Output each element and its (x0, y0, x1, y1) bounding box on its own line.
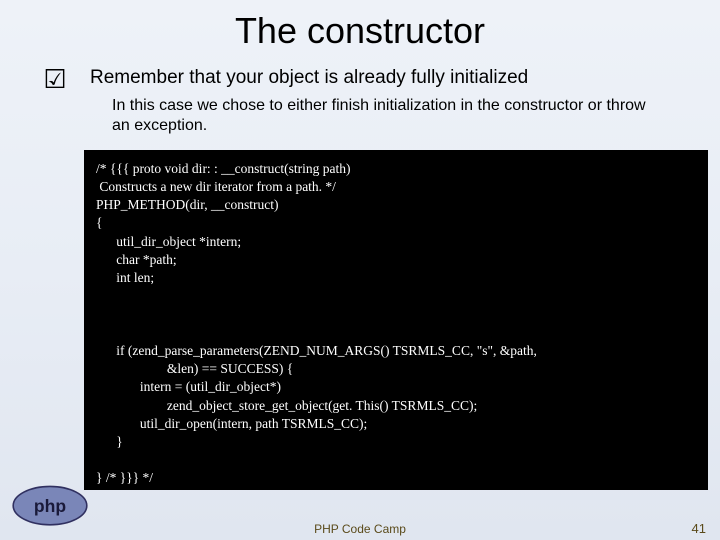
bullet-row: ☑ Remember that your object is already f… (0, 58, 720, 136)
svg-text:php: php (34, 496, 66, 516)
footer-center: PHP Code Camp (314, 522, 406, 536)
slide-title: The constructor (0, 0, 720, 58)
code-block: /* {{{ proto void dir: : __construct(str… (84, 150, 708, 490)
bullet-sub: In this case we chose to either finish i… (90, 96, 700, 136)
php-logo-icon: php (10, 484, 90, 528)
page-number: 41 (692, 521, 706, 536)
bullet-main: Remember that your object is already ful… (90, 66, 700, 90)
bullet-text: Remember that your object is already ful… (90, 66, 700, 136)
check-icon: ☑ (20, 66, 90, 92)
